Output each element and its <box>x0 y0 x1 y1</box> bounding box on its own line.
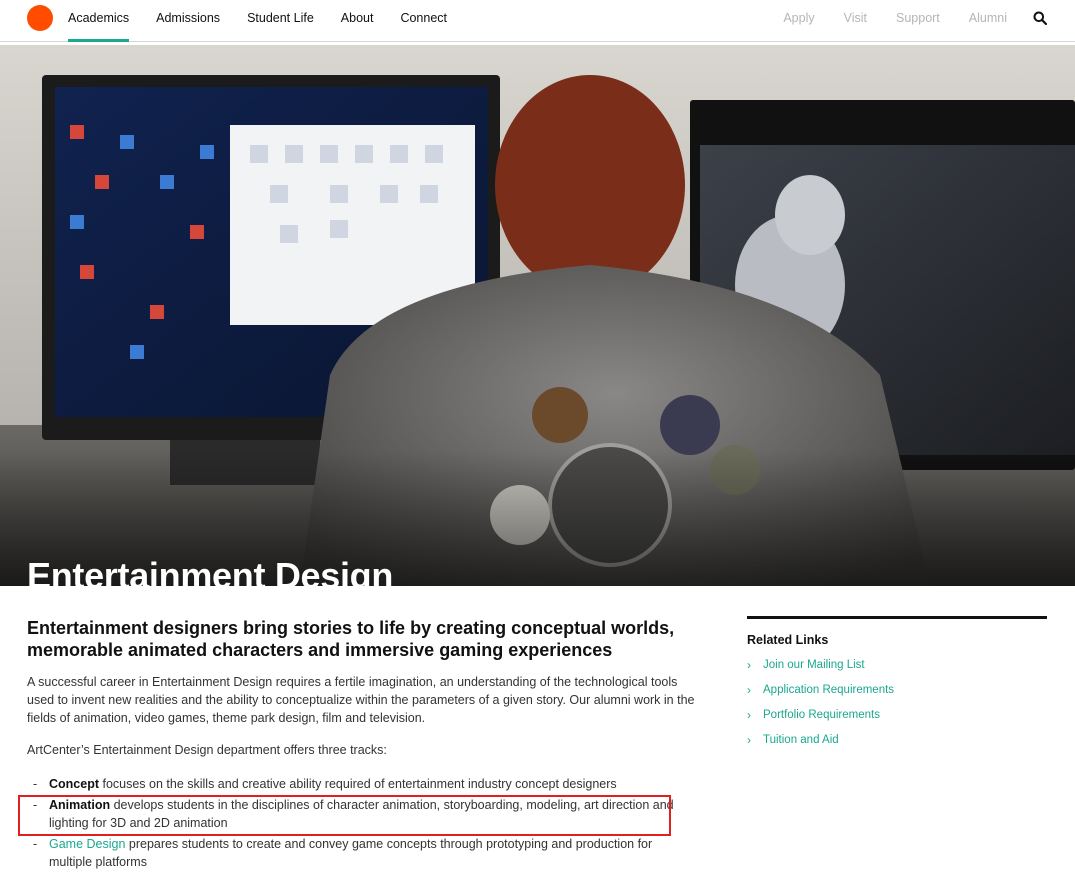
utility-nav: Apply Visit Support Alumni <box>754 0 1007 42</box>
link-mailing-list[interactable]: › Join our Mailing List <box>747 657 1047 682</box>
nav-apply[interactable]: Apply <box>783 0 814 42</box>
related-links-title: Related Links <box>747 633 829 647</box>
link-tuition-and-aid[interactable]: › Tuition and Aid <box>747 732 1047 757</box>
nav-visit[interactable]: Visit <box>844 0 867 42</box>
search-icon[interactable] <box>1033 11 1049 27</box>
intro-heading: Entertainment designers bring stories to… <box>27 618 675 660</box>
nav-student-life[interactable]: Student Life <box>247 0 314 42</box>
site-header: Academics Admissions Student Life About … <box>0 0 1075 42</box>
link-label: Application Requirements <box>763 684 895 696</box>
list-dash: - <box>33 777 38 791</box>
hero-banner: Entertainment Design <box>0 45 1075 586</box>
link-label: Portfolio Requirements <box>763 709 880 721</box>
nav-academics[interactable]: Academics <box>68 0 130 42</box>
animation-highlight-box <box>18 795 671 836</box>
nav-connect[interactable]: Connect <box>400 0 447 42</box>
chevron-right-icon: › <box>747 708 751 722</box>
link-label: Join our Mailing List <box>763 659 865 671</box>
related-links-panel: Related Links › Join our Mailing List › Ap… <box>747 616 1047 757</box>
page-title: Entertainment Design <box>27 555 394 586</box>
nav-about[interactable]: About <box>341 0 374 42</box>
related-links-list: › Join our Mailing List › Application Requ… <box>747 657 1047 757</box>
chevron-right-icon: › <box>747 733 751 747</box>
main-nav: Academics Admissions Student Life About … <box>68 0 474 42</box>
chevron-right-icon: › <box>747 683 751 697</box>
chevron-right-icon: › <box>747 658 751 672</box>
track-concept: - Concept focuses on the skills and creat… <box>33 775 683 793</box>
track-name: Concept <box>49 777 99 791</box>
nav-alumni[interactable]: Alumni <box>969 0 1007 42</box>
list-dash: - <box>33 837 38 851</box>
track-description: focuses on the skills and creative abili… <box>99 777 617 791</box>
link-application-requirements[interactable]: › Application Requirements <box>747 682 1047 707</box>
nav-admissions[interactable]: Admissions <box>156 0 220 42</box>
track-description: prepares students to create and convey g… <box>49 837 653 869</box>
intro-paragraph: A successful career in Entertainment Des… <box>27 675 695 725</box>
hero-photo <box>0 45 1075 586</box>
link-label: Tuition and Aid <box>763 734 839 746</box>
track-game-design: - Game Design prepares students to create… <box>33 835 683 871</box>
tracks-intro: ArtCenter’s Entertainment Design departm… <box>27 743 387 757</box>
link-portfolio-requirements[interactable]: › Portfolio Requirements <box>747 707 1047 732</box>
artcenter-logo[interactable] <box>27 5 53 31</box>
nav-support[interactable]: Support <box>896 0 940 42</box>
game-design-link[interactable]: Game Design <box>49 837 125 851</box>
